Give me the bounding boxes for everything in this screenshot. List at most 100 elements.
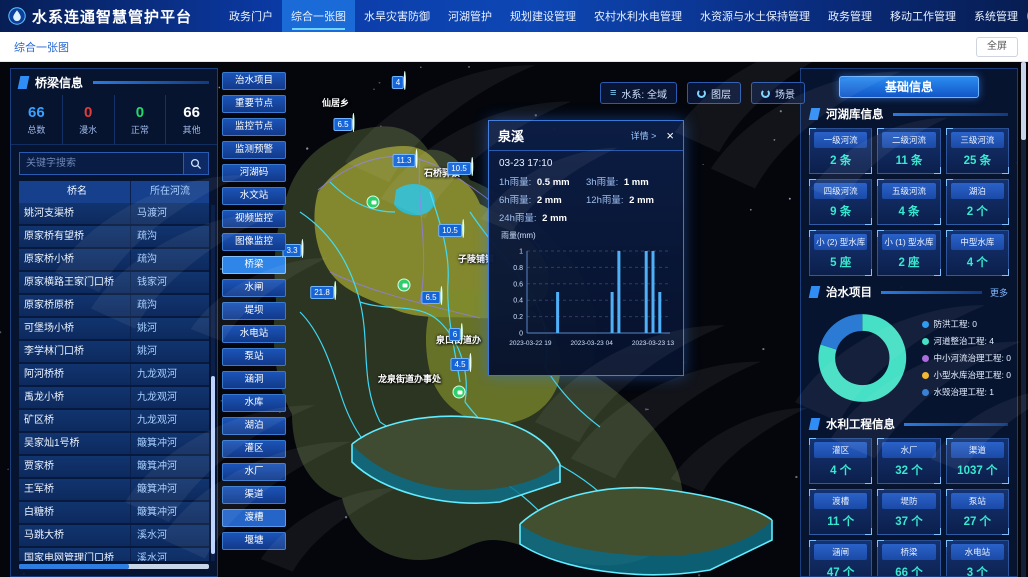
svg-text:0.2: 0.2 <box>513 314 523 321</box>
info-card[interactable]: 水电站 3 个 <box>946 540 1009 577</box>
info-card[interactable]: 湖泊 2 个 <box>946 179 1009 225</box>
layer-menu-item[interactable]: 监控节点 <box>222 118 286 136</box>
nav-item[interactable]: 水资源与水土保持管理 <box>691 0 819 32</box>
water-level-marker[interactable]: 11.3 <box>393 150 418 168</box>
search-button[interactable] <box>183 152 209 175</box>
layer-menu-item[interactable]: 涵洞 <box>222 371 286 389</box>
info-card[interactable]: 灌区 4 个 <box>809 438 872 484</box>
info-card[interactable]: 渠道 1037 个 <box>946 438 1009 484</box>
table-row[interactable]: 矿区桥 九龙观河 <box>19 410 209 433</box>
camera-marker-icon[interactable] <box>367 196 380 209</box>
layer-menu-item[interactable]: 治水项目 <box>222 72 286 90</box>
projects-more-link[interactable]: 更多 <box>990 286 1008 299</box>
table-row[interactable]: 原家桥有望桥 疏沟 <box>19 226 209 249</box>
table-row[interactable]: 吴家灿1号桥 簸箕冲河 <box>19 433 209 456</box>
table-row[interactable]: 原家桥原桥 疏沟 <box>19 295 209 318</box>
info-card[interactable]: 五级河流 4 条 <box>877 179 940 225</box>
layer-menu-item[interactable]: 水文站 <box>222 187 286 205</box>
info-card[interactable]: 中型水库 4 个 <box>946 230 1009 276</box>
info-card[interactable]: 泵站 27 个 <box>946 489 1009 535</box>
layer-menu-item[interactable]: 水电站 <box>222 325 286 343</box>
info-card[interactable]: 渡槽 11 个 <box>809 489 872 535</box>
nav-item[interactable]: 移动工作管理 <box>881 0 965 32</box>
info-card[interactable]: 小 (2) 型水库 5 座 <box>809 230 872 276</box>
info-card[interactable]: 一级河流 2 条 <box>809 128 872 174</box>
info-card[interactable]: 二级河流 11 条 <box>877 128 940 174</box>
scene-button[interactable]: 场景 <box>751 82 805 104</box>
layers-button[interactable]: 图层 <box>687 82 741 104</box>
nav-item[interactable]: 政务门户 <box>220 0 282 32</box>
info-card[interactable]: 水厂 32 个 <box>877 438 940 484</box>
info-card[interactable]: 桥梁 66 个 <box>877 540 940 577</box>
card-label: 小 (2) 型水库 <box>814 234 867 250</box>
layer-menu-item[interactable]: 灌区 <box>222 440 286 458</box>
nav-item[interactable]: 水旱灾害防御 <box>355 0 439 32</box>
nav-item[interactable]: 综合一张图 <box>282 0 355 32</box>
layer-menu-item[interactable]: 堤坝 <box>222 302 286 320</box>
details-link[interactable]: 详情 > <box>631 129 657 142</box>
page-scrollbar[interactable] <box>1021 62 1026 577</box>
layer-menu-item[interactable]: 湖泊 <box>222 417 286 435</box>
table-row[interactable]: 姚河支渠桥 马渡河 <box>19 203 209 226</box>
water-level-marker[interactable]: 4.5 <box>450 354 471 372</box>
water-level-marker[interactable]: 21.8 <box>310 282 336 300</box>
layer-menu-item[interactable]: 水厂 <box>222 463 286 481</box>
table-row[interactable]: 王军桥 簸箕冲河 <box>19 479 209 502</box>
layer-menu-item[interactable]: 水库 <box>222 394 286 412</box>
info-card[interactable]: 堤防 37 个 <box>877 489 940 535</box>
nav-item[interactable]: 河湖管护 <box>439 0 501 32</box>
card-value: 5 座 <box>810 250 871 275</box>
bridge-stats: 66 总数 0 漫水 0 正常 66 其他 <box>11 95 217 145</box>
fullscreen-button[interactable]: 全屏 <box>976 37 1018 57</box>
table-vertical-scrollbar[interactable] <box>211 205 215 561</box>
nav-item-label: 综合一张图 <box>291 8 346 24</box>
table-row[interactable]: 李学林门口桥 姚河 <box>19 341 209 364</box>
water-level-marker[interactable]: 10.5 <box>438 220 464 238</box>
water-level-marker[interactable]: 10.5 <box>447 158 473 176</box>
layer-menu-item[interactable]: 监测预警 <box>222 141 286 159</box>
table-row[interactable]: 贾家桥 簸箕冲河 <box>19 456 209 479</box>
table-horizontal-scrollbar[interactable] <box>19 564 209 569</box>
layer-menu-item[interactable]: 渠道 <box>222 486 286 504</box>
basic-info-button[interactable]: 基础信息 <box>839 76 979 98</box>
table-row[interactable]: 原家桥小桥 疏沟 <box>19 249 209 272</box>
water-level-marker[interactable]: 6 <box>449 324 463 342</box>
table-row[interactable]: 可堡场小桥 姚河 <box>19 318 209 341</box>
layer-menu-item[interactable]: 桥梁 <box>222 256 286 274</box>
close-icon[interactable]: × <box>666 129 674 142</box>
layer-menu-item[interactable]: 视频监控 <box>222 210 286 228</box>
layer-menu-item[interactable]: 图像监控 <box>222 233 286 251</box>
layer-menu-item[interactable]: 水闸 <box>222 279 286 297</box>
water-level-marker[interactable]: 6.5 <box>333 114 354 132</box>
metric-value: 2 mm <box>629 195 654 206</box>
water-level-marker[interactable]: 4 <box>392 72 406 90</box>
table-row[interactable]: 禹龙小桥 九龙观河 <box>19 387 209 410</box>
search-input[interactable] <box>19 152 183 175</box>
info-card[interactable]: 四级河流 9 条 <box>809 179 872 225</box>
stat-label: 正常 <box>131 123 149 136</box>
table-row[interactable]: 原家横路王家门口桥 钱家河 <box>19 272 209 295</box>
nav-item[interactable]: 政务管理 <box>819 0 881 32</box>
camera-marker-icon[interactable] <box>398 279 411 292</box>
layer-menu-item[interactable]: 渡槽 <box>222 509 286 527</box>
table-row[interactable]: 白糖桥 簸箕冲河 <box>19 502 209 525</box>
table-row[interactable]: 马跳大桥 溪水河 <box>19 525 209 548</box>
watersystem-scope-button[interactable]: ≡ 水系: 全域 <box>600 82 677 104</box>
table-row[interactable]: 阿河桥桥 九龙观河 <box>19 364 209 387</box>
layer-menu-item[interactable]: 重要节点 <box>222 95 286 113</box>
layer-menu-item[interactable]: 河湖码 <box>222 164 286 182</box>
info-card[interactable]: 三级河流 25 条 <box>946 128 1009 174</box>
town-label: 龙泉街道办事处 <box>378 372 441 385</box>
card-label: 桥梁 <box>882 544 935 560</box>
nav-item[interactable]: 系统管理 <box>965 0 1027 32</box>
table-row[interactable]: 国家电网管理门口桥 溪水河 <box>19 548 209 561</box>
breadcrumb[interactable]: 综合一张图 <box>14 39 69 55</box>
camera-marker-icon[interactable] <box>453 386 466 399</box>
info-card[interactable]: 涵闸 47 个 <box>809 540 872 577</box>
water-level-marker[interactable]: 6.5 <box>421 287 442 305</box>
nav-item[interactable]: 农村水利水电管理 <box>585 0 691 32</box>
layer-menu-item[interactable]: 堰塘 <box>222 532 286 550</box>
info-card[interactable]: 小 (1) 型水库 2 座 <box>877 230 940 276</box>
layer-menu-item[interactable]: 泵站 <box>222 348 286 366</box>
nav-item[interactable]: 规划建设管理 <box>501 0 585 32</box>
